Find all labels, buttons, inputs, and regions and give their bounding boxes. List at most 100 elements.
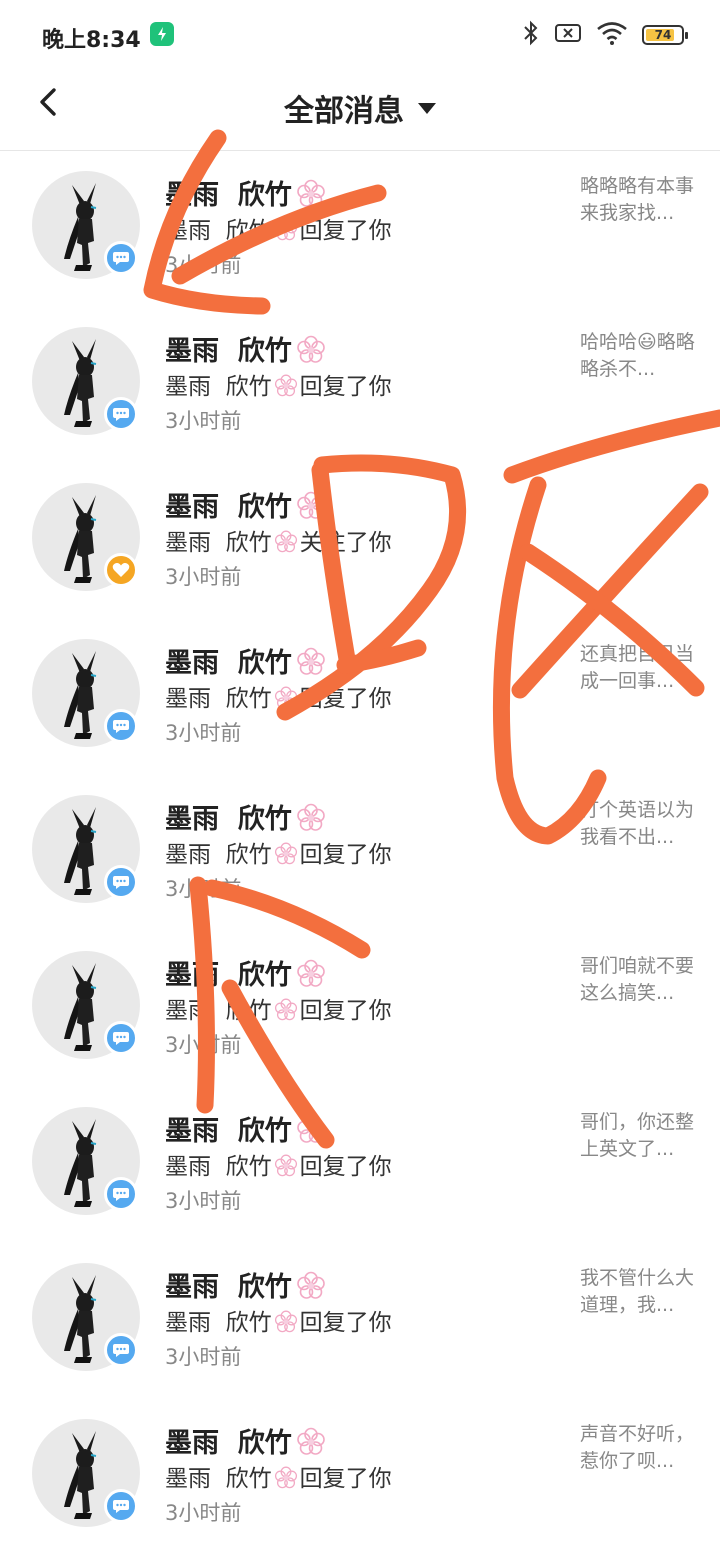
flower-emoji-icon	[297, 803, 325, 831]
message-item[interactable]: 墨雨 欣竹 墨雨 欣竹 回复了你 3小时前 我不管什么大道理，我...	[0, 1243, 720, 1399]
flower-emoji-icon	[274, 1154, 297, 1177]
action-text: 回复了你	[299, 686, 392, 712]
chat-bubble-icon	[113, 1032, 129, 1045]
sender-name-text: 墨雨 欣竹	[165, 648, 292, 679]
action-text: 回复了你	[299, 218, 392, 244]
chat-bubble-icon	[113, 1188, 129, 1201]
message-item[interactable]: 墨雨 欣竹 墨雨 欣竹 回复了你 3小时前 略略略有本事来我家找...	[0, 151, 720, 307]
message-item[interactable]: 墨雨 欣竹 墨雨 欣竹 关注了你 3小时前	[0, 463, 720, 619]
sender-name-text: 墨雨 欣竹	[165, 804, 292, 835]
action-text: 回复了你	[299, 1466, 392, 1492]
sender-name-text: 墨雨 欣竹	[165, 180, 292, 211]
reply-badge	[104, 1489, 138, 1523]
sim-off-icon	[554, 22, 582, 48]
chat-bubble-icon	[113, 1500, 129, 1513]
notification-text: 墨雨 欣竹 回复了你	[165, 1459, 392, 1493]
notification-text: 墨雨 欣竹 回复了你	[165, 835, 392, 869]
sender-name[interactable]: 墨雨 欣竹	[165, 485, 326, 524]
flower-emoji-icon	[274, 374, 297, 397]
flower-emoji-icon	[274, 686, 297, 709]
notification-text: 墨雨 欣竹 回复了你	[165, 679, 392, 713]
action-text: 回复了你	[299, 842, 392, 868]
notification-text: 墨雨 欣竹 回复了你	[165, 367, 392, 401]
flower-emoji-icon	[297, 491, 325, 519]
timestamp: 3小时前	[165, 253, 242, 277]
notification-text: 墨雨 欣竹 回复了你	[165, 1303, 392, 1337]
caret-down-icon	[418, 102, 436, 114]
flower-emoji-icon	[274, 998, 297, 1021]
chat-bubble-icon	[113, 408, 129, 421]
page-title: 全部消息	[284, 94, 404, 129]
sender-name-text: 墨雨 欣竹	[165, 1116, 292, 1147]
battery-icon: 74	[642, 25, 688, 45]
message-item[interactable]: 墨雨 欣竹 墨雨 欣竹 回复了你 3小时前 声音不好听，惹你了呗...	[0, 1399, 720, 1555]
message-preview[interactable]: 我不管什么大道理，我...	[580, 1265, 700, 1319]
sender-name-text: 墨雨 欣竹	[165, 336, 292, 367]
flower-emoji-icon	[274, 1466, 297, 1489]
message-preview[interactable]: 还真把自己当成一回事...	[580, 641, 700, 695]
message-preview[interactable]: 哥们咱就不要这么搞笑...	[580, 953, 700, 1007]
flower-emoji-icon	[297, 1115, 325, 1143]
battery-level: 74	[654, 28, 672, 42]
notification-text: 墨雨 欣竹 关注了你	[165, 523, 392, 557]
reply-badge	[104, 709, 138, 743]
sender-name[interactable]: 墨雨 欣竹	[165, 953, 326, 992]
message-preview[interactable]: 哈哈哈😃略略略杀不...	[580, 329, 700, 383]
sender-name-text: 墨雨 欣竹	[165, 960, 292, 991]
message-preview[interactable]: 略略略有本事来我家找...	[580, 173, 700, 227]
sender-name-text: 墨雨 欣竹	[165, 492, 292, 523]
message-list: 墨雨 欣竹 墨雨 欣竹 回复了你 3小时前 略略略有本事来我家找... 墨雨 欣…	[0, 151, 720, 1555]
reply-badge	[104, 865, 138, 899]
wifi-icon	[596, 21, 628, 49]
sender-name[interactable]: 墨雨 欣竹	[165, 173, 326, 212]
action-text: 回复了你	[299, 374, 392, 400]
sender-name[interactable]: 墨雨 欣竹	[165, 1109, 326, 1148]
sender-name[interactable]: 墨雨 欣竹	[165, 1265, 326, 1304]
action-text: 回复了你	[299, 1154, 392, 1180]
message-preview[interactable]: 哥们，你还整上英文了...	[580, 1109, 700, 1163]
timestamp: 3小时前	[165, 1501, 242, 1525]
notification-text: 墨雨 欣竹 回复了你	[165, 211, 392, 245]
sender-name[interactable]: 墨雨 欣竹	[165, 329, 326, 368]
sender-name-text: 墨雨 欣竹	[165, 1428, 292, 1459]
chat-bubble-icon	[113, 252, 129, 265]
timestamp: 3小时前	[165, 409, 242, 433]
sender-name-inline: 墨雨 欣竹	[165, 998, 272, 1024]
timestamp: 3小时前	[165, 721, 242, 745]
status-icons: 74	[522, 20, 688, 50]
heart-icon	[112, 563, 130, 577]
flower-emoji-icon	[297, 1427, 325, 1455]
message-item[interactable]: 墨雨 欣竹 墨雨 欣竹 回复了你 3小时前 哥们，你还整上英文了...	[0, 1087, 720, 1243]
timestamp: 3小时前	[165, 1189, 242, 1213]
sender-name-inline: 墨雨 欣竹	[165, 686, 272, 712]
chat-bubble-icon	[113, 1344, 129, 1357]
sender-name[interactable]: 墨雨 欣竹	[165, 1421, 326, 1460]
sender-name-inline: 墨雨 欣竹	[165, 374, 272, 400]
reply-badge	[104, 241, 138, 275]
follow-badge	[104, 553, 138, 587]
status-bar: 晚上8:34 74	[0, 0, 720, 70]
message-preview[interactable]: 打个英语以为我看不出...	[580, 797, 700, 851]
flower-emoji-icon	[274, 1310, 297, 1333]
top-bar: 全部消息	[0, 70, 720, 151]
message-filter-dropdown[interactable]: 全部消息	[0, 86, 720, 130]
sender-name[interactable]: 墨雨 欣竹	[165, 641, 326, 680]
message-preview[interactable]: 声音不好听，惹你了呗...	[580, 1421, 700, 1475]
message-item[interactable]: 墨雨 欣竹 墨雨 欣竹 回复了你 3小时前 哈哈哈😃略略略杀不...	[0, 307, 720, 463]
reply-badge	[104, 1333, 138, 1367]
sender-name-inline: 墨雨 欣竹	[165, 1154, 272, 1180]
reply-badge	[104, 397, 138, 431]
action-text: 关注了你	[299, 530, 392, 556]
sender-name[interactable]: 墨雨 欣竹	[165, 797, 326, 836]
reply-badge	[104, 1021, 138, 1055]
message-item[interactable]: 墨雨 欣竹 墨雨 欣竹 回复了你 3小时前 还真把自己当成一回事...	[0, 619, 720, 775]
sender-name-inline: 墨雨 欣竹	[165, 842, 272, 868]
timestamp: 3小时前	[165, 1345, 242, 1369]
message-item[interactable]: 墨雨 欣竹 墨雨 欣竹 回复了你 3小时前 打个英语以为我看不出...	[0, 775, 720, 931]
flower-emoji-icon	[297, 959, 325, 987]
message-item[interactable]: 墨雨 欣竹 墨雨 欣竹 回复了你 3小时前 哥们咱就不要这么搞笑...	[0, 931, 720, 1087]
timestamp: 3小时前	[165, 1033, 242, 1057]
status-time: 晚上8:34	[42, 28, 141, 53]
notification-text: 墨雨 欣竹 回复了你	[165, 1147, 392, 1181]
timestamp: 3小时前	[165, 565, 242, 589]
